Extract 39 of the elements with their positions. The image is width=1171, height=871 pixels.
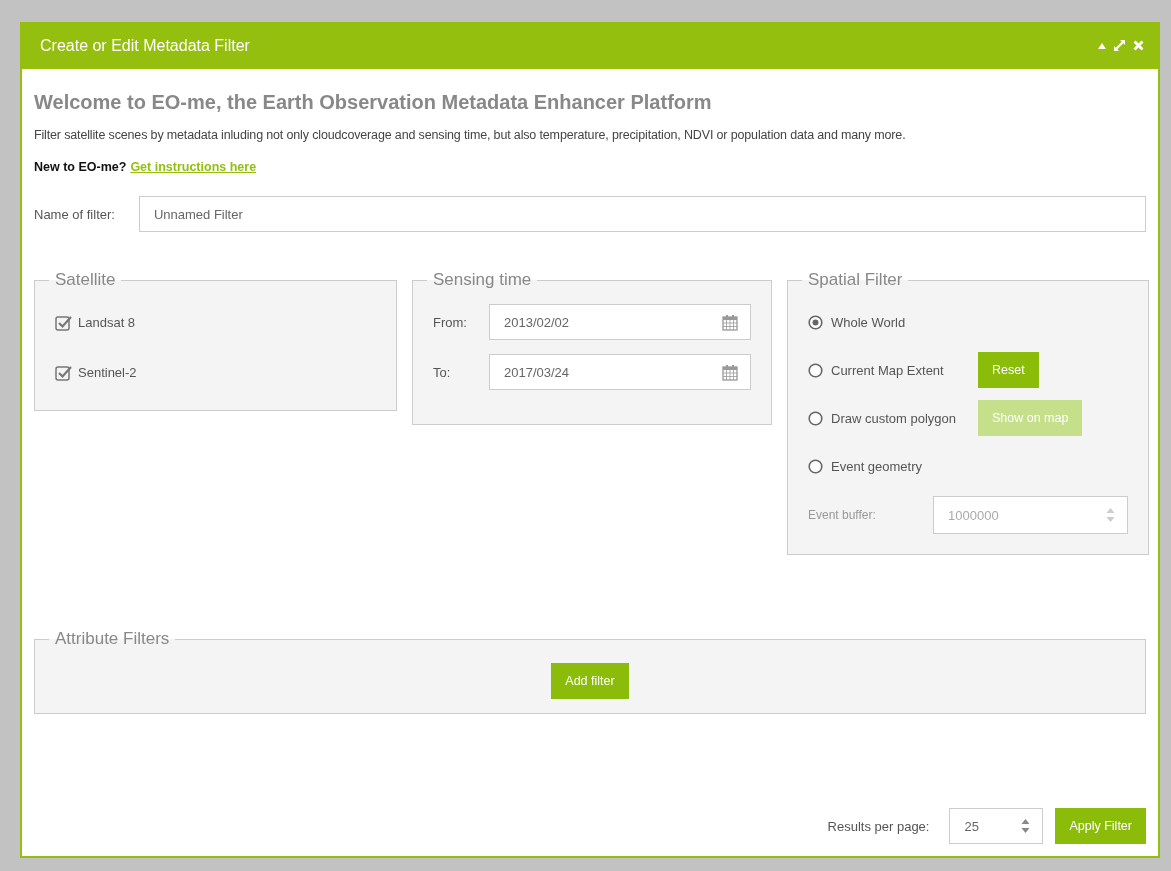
date-field[interactable]: 2017/03/24 <box>489 354 751 390</box>
option-label: Current Map Extent <box>831 362 944 378</box>
radio-button[interactable] <box>808 362 823 378</box>
add-filter-button[interactable]: Add filter <box>551 663 629 699</box>
option-label: Landsat 8 <box>78 314 136 330</box>
panel-legend: Attribute Filters <box>49 629 176 649</box>
option-label: Draw custom polygon <box>831 410 956 426</box>
panel-legend: Satellite <box>49 270 122 290</box>
field-label: Results per page: <box>827 818 930 834</box>
option-label: Event geometry <box>831 458 923 474</box>
panel-legend: Spatial Filter <box>802 270 909 290</box>
radio-button[interactable] <box>808 314 823 330</box>
option-label: Sentinel-2 <box>78 364 137 380</box>
date-field[interactable]: 2013/02/02 <box>489 304 751 340</box>
close-icon[interactable] <box>1133 40 1144 51</box>
help-text: New to EO-me? <box>34 160 127 174</box>
reset-button[interactable]: Reset <box>978 352 1039 388</box>
calendar-icon[interactable] <box>722 313 738 331</box>
option-label: Whole World <box>831 314 906 330</box>
field-label: Name of filter: <box>34 206 115 222</box>
number-field[interactable]: 25 <box>949 808 1044 844</box>
field-label: Event buffer: <box>808 508 877 522</box>
spinner-icon[interactable] <box>1021 818 1031 834</box>
panel-legend: Sensing time <box>427 270 538 290</box>
checked-checkbox-icon[interactable] <box>55 313 72 331</box>
instructions-link[interactable]: Get instructions here <box>130 160 257 174</box>
checked-checkbox-icon[interactable] <box>55 363 72 381</box>
radio-button[interactable] <box>808 410 823 426</box>
intro-text: Filter satellite scenes by metadata inluding not only cloudcoverage and sensing time, but also temperature, precipitation, NDVI or population data and many more. <box>34 128 907 142</box>
field-label: From: <box>433 314 468 330</box>
expand-icon[interactable] <box>1113 39 1126 52</box>
field-label: To: <box>433 364 452 380</box>
filter-name-field[interactable]: Unnamed Filter <box>138 196 1146 232</box>
calendar-icon[interactable] <box>722 363 738 381</box>
welcome-heading: Welcome to EO-me, the Earth Observation Metadata Enhancer Platform <box>34 91 713 114</box>
collapse-icon[interactable] <box>1098 42 1106 49</box>
apply-filter-button[interactable]: Apply Filter <box>1055 808 1146 844</box>
dialog-title: Create or Edit Metadata Filter <box>40 36 250 55</box>
radio-button[interactable] <box>808 458 823 474</box>
